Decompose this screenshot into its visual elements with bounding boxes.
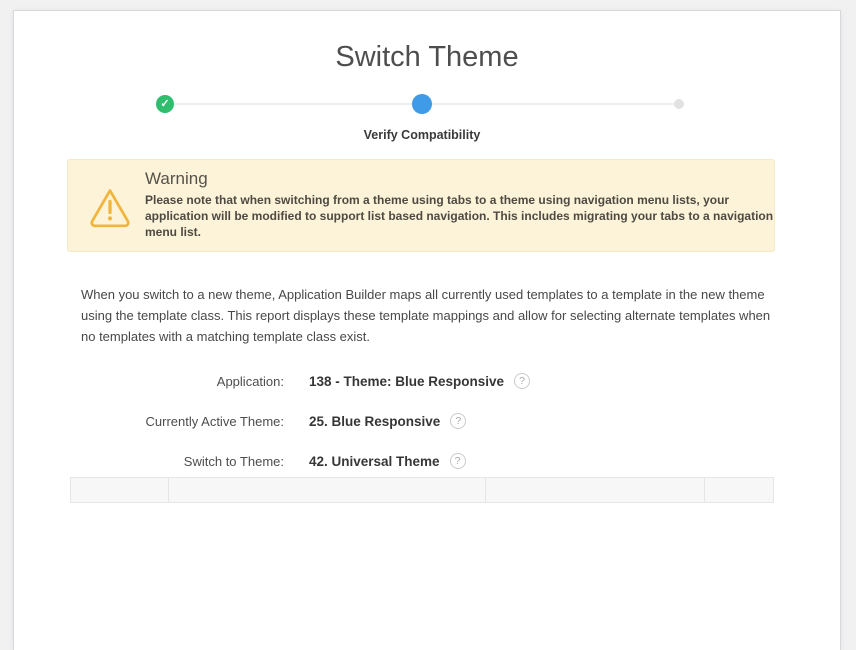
- field-value-switch-theme: 42. Universal Theme: [309, 454, 440, 469]
- warning-content: Warning Please note that when switching …: [145, 169, 756, 240]
- help-icon[interactable]: ?: [450, 453, 466, 469]
- help-icon[interactable]: ?: [514, 373, 530, 389]
- field-row-switch-theme: Switch to Theme: 42. Universal Theme ?: [14, 452, 840, 470]
- field-value-active-theme: 25. Blue Responsive: [309, 414, 440, 429]
- warning-message: Please note that when switching from a t…: [145, 192, 793, 240]
- field-label-switch-theme: Switch to Theme:: [14, 454, 284, 469]
- intro-paragraph: When you switch to a new theme, Applicat…: [81, 284, 773, 347]
- step-current-dot: [412, 94, 432, 114]
- field-row-active-theme: Currently Active Theme: 25. Blue Respons…: [14, 412, 840, 430]
- step-complete-icon: ✓: [156, 95, 174, 113]
- warning-banner: Warning Please note that when switching …: [67, 159, 775, 252]
- field-label-active-theme: Currently Active Theme:: [14, 414, 284, 429]
- wizard-card: Switch Theme ✓ Verify Compatibility Warn…: [13, 10, 841, 650]
- help-icon[interactable]: ?: [450, 413, 466, 429]
- field-label-application: Application:: [14, 374, 284, 389]
- field-row-application: Application: 138 - Theme: Blue Responsiv…: [14, 372, 840, 390]
- field-value-application: 138 - Theme: Blue Responsive: [309, 374, 504, 389]
- table-column: [169, 478, 486, 502]
- table-column: [705, 478, 773, 502]
- warning-title: Warning: [145, 169, 756, 189]
- template-mapping-table-header: [70, 477, 774, 503]
- table-column: [486, 478, 705, 502]
- page-title: Switch Theme: [14, 41, 840, 74]
- step-pending-dot: [674, 99, 684, 109]
- table-column: [71, 478, 169, 502]
- step-current-label: Verify Compatibility: [364, 128, 481, 142]
- warning-triangle-icon: [88, 186, 132, 228]
